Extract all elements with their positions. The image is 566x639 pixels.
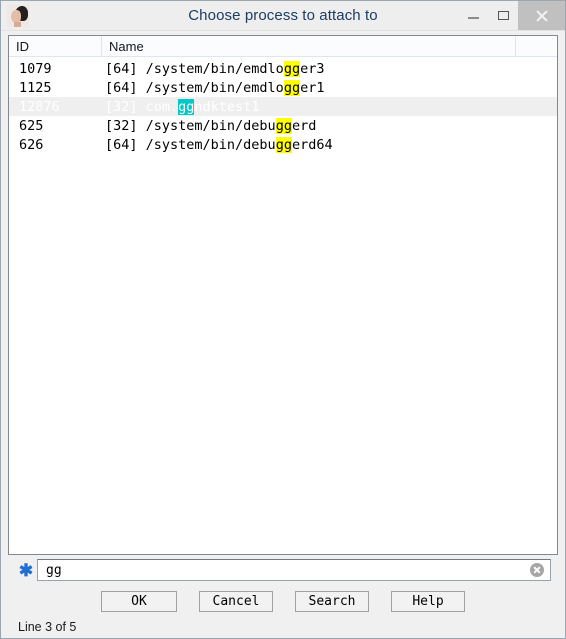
process-name: [64] /system/bin/emdlogger3 — [102, 60, 557, 77]
process-name-suffix: erd — [291, 117, 317, 134]
status-text: Line 3 of 5 — [18, 620, 77, 634]
asterisk-filter-icon[interactable]: ✱ — [15, 559, 37, 581]
table-row[interactable]: 625 [32] /system/bin/debuggerd — [9, 116, 557, 135]
process-id: 1079 — [19, 60, 52, 77]
window-controls — [458, 1, 565, 30]
search-match-highlight: gg — [275, 136, 292, 153]
minimize-button[interactable] — [458, 1, 488, 30]
process-name: [64] /system/bin/emdlogger1 — [102, 79, 557, 96]
column-header-name[interactable]: Name — [102, 36, 516, 56]
close-button[interactable] — [518, 1, 565, 30]
close-icon — [535, 9, 548, 22]
minimize-icon — [467, 17, 479, 19]
process-name-suffix: er1 — [300, 79, 325, 96]
column-header-id-label: ID — [16, 38, 29, 54]
process-name-prefix: [64] /system/bin/emdlo — [105, 79, 284, 96]
process-name: [64] /system/bin/debuggerd64 — [102, 136, 557, 153]
column-header-extra[interactable] — [516, 36, 557, 56]
process-list[interactable]: ID Name 1079 [64] /system/bin/emdlogger3 1… — [8, 35, 558, 555]
clear-circle-icon[interactable] — [527, 563, 547, 577]
process-name-prefix: [64] /system/bin/emdlo — [105, 60, 284, 77]
search-bar: ✱ gg — [8, 555, 558, 583]
list-header: ID Name — [9, 36, 557, 57]
title-bar[interactable]: Choose process to attach to — [1, 1, 565, 31]
maximize-icon — [497, 11, 509, 20]
dialog-window: Choose process to attach to ID Name 1079… — [0, 0, 566, 639]
ok-button[interactable]: OK — [101, 590, 177, 612]
process-name-suffix: ndktest1 — [194, 98, 260, 115]
process-id: 12876 — [19, 98, 60, 115]
table-row[interactable]: 626 [64] /system/bin/debuggerd64 — [9, 135, 557, 154]
column-header-name-label: Name — [109, 38, 144, 54]
process-name-prefix: [32] com. — [105, 98, 179, 115]
cancel-button[interactable]: Cancel — [199, 590, 273, 612]
process-id: 1125 — [19, 79, 52, 96]
process-name-prefix: [64] /system/bin/debu — [105, 136, 276, 153]
avatar-photo-icon — [7, 4, 29, 27]
status-bar: Line 3 of 5 — [8, 616, 558, 638]
table-row[interactable]: 1079 [64] /system/bin/emdlogger3 — [9, 59, 557, 78]
process-name-suffix: erd64 — [291, 136, 333, 153]
maximize-button[interactable] — [488, 1, 518, 30]
process-id: 625 — [19, 117, 44, 134]
process-name-prefix: [32] /system/bin/debu — [105, 117, 276, 134]
search-match-highlight: gg — [275, 117, 292, 134]
table-row[interactable]: 12876 [32] com.ggndktest1 — [9, 97, 557, 116]
search-match-highlight: gg — [283, 60, 301, 77]
dialog-buttons: OK Cancel Search Help — [8, 583, 558, 616]
search-input[interactable]: gg — [37, 559, 551, 581]
table-row[interactable]: 1125 [64] /system/bin/emdlogger1 — [9, 78, 557, 97]
process-name: [32] /system/bin/debuggerd — [102, 117, 557, 134]
search-match-highlight: gg — [283, 79, 301, 96]
column-header-id[interactable]: ID — [9, 36, 102, 56]
process-list-rows: 1079 [64] /system/bin/emdlogger3 1125 [64] … — [9, 57, 557, 554]
process-name-suffix: er3 — [300, 60, 325, 77]
search-match-highlight: gg — [178, 98, 195, 115]
process-id: 626 — [19, 136, 44, 153]
dialog-body: ID Name 1079 [64] /system/bin/emdlogger3 1… — [1, 31, 565, 638]
help-button[interactable]: Help — [391, 590, 465, 612]
search-button[interactable]: Search — [295, 590, 369, 612]
search-input-value: gg — [46, 562, 62, 578]
process-name: [32] com.ggndktest1 — [102, 98, 557, 115]
